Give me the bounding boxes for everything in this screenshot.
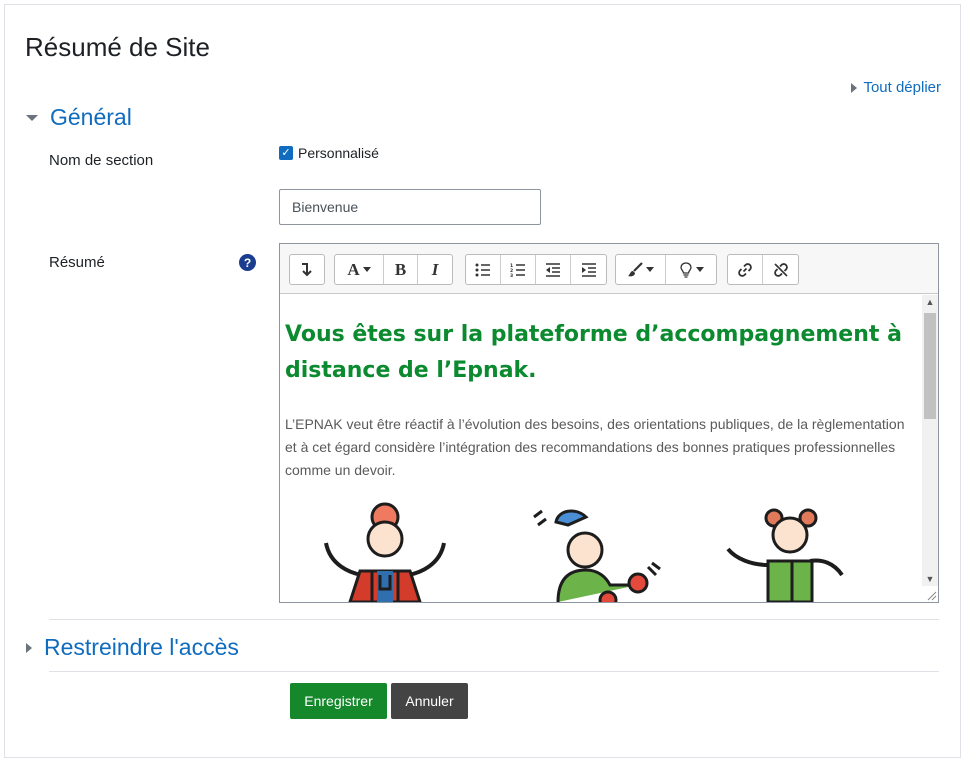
scroll-up-icon[interactable]: ▲ [922, 295, 938, 309]
font-style-glyph: A [347, 259, 360, 279]
summary-label: Résumé [49, 254, 105, 271]
checkbox-checked-icon[interactable]: ✓ [279, 146, 293, 160]
toolbar-group-links [727, 254, 799, 285]
cancel-button[interactable]: Annuler [391, 683, 468, 719]
italic-glyph: I [431, 259, 439, 279]
section-restrict-toggle[interactable]: Restreindre l'accès [26, 634, 239, 661]
content-paragraph: L’EPNAK veut être réactif à l’évolution … [285, 416, 905, 478]
section-general-label: Général [50, 104, 132, 130]
toolbar-group-collapse [289, 254, 325, 285]
chevron-right-icon [26, 642, 32, 653]
custom-checkbox[interactable]: ✓ Personnalisé [279, 145, 379, 161]
character-illustration-1 [324, 502, 446, 602]
numbered-list-icon[interactable]: 123 [501, 255, 536, 284]
scroll-down-icon[interactable]: ▼ [922, 572, 938, 586]
section-general-toggle[interactable]: Général [26, 104, 132, 131]
caret-down-icon [362, 267, 371, 272]
chevron-right-icon [851, 82, 858, 93]
section-divider [49, 671, 939, 672]
question-circle-icon[interactable]: ? [239, 254, 256, 271]
svg-text:3: 3 [510, 273, 513, 277]
bold-glyph: B [394, 259, 407, 279]
toolbar-group-lists: 123 [465, 254, 607, 285]
section-name-label: Nom de section [49, 152, 154, 169]
section-divider [49, 619, 939, 620]
chevron-down-icon [26, 114, 38, 121]
section-restrict-label: Restreindre l'accès [44, 634, 239, 660]
lightbulb-icon[interactable] [666, 255, 716, 284]
link-icon[interactable] [728, 255, 763, 284]
caret-down-icon [646, 267, 654, 272]
section-name-input[interactable] [279, 189, 541, 225]
collapse-arrow-icon[interactable] [290, 255, 324, 284]
content-heading: Vous êtes sur la plateforme d’accompagne… [285, 322, 902, 383]
save-button[interactable]: Enregistrer [290, 683, 387, 719]
custom-checkbox-label: Personnalisé [298, 145, 379, 161]
scroll-thumb[interactable] [924, 313, 936, 419]
italic-icon[interactable]: I [418, 255, 452, 284]
outdent-icon[interactable] [536, 255, 571, 284]
editor-scrollbar[interactable]: ▲ ▼ [922, 295, 938, 586]
paint-brush-icon[interactable] [616, 255, 666, 284]
bullet-list-icon[interactable] [466, 255, 501, 284]
character-illustration-2 [533, 509, 661, 602]
character-illustration-3 [726, 508, 844, 602]
expand-all-label: Tout déplier [863, 79, 941, 96]
toolbar-group-text: A B I [334, 254, 453, 285]
toolbar-group-media [615, 254, 717, 285]
expand-all-link[interactable]: Tout déplier [851, 79, 941, 96]
caret-down-icon [695, 267, 704, 272]
font-style-icon[interactable]: A [335, 255, 384, 284]
unlink-icon[interactable] [763, 255, 798, 284]
page-title: Résumé de Site [25, 32, 210, 62]
indent-icon[interactable] [571, 255, 606, 284]
resize-grip-icon[interactable] [925, 589, 937, 601]
bold-icon[interactable]: B [384, 255, 418, 284]
editor-toolbar: A B I 123 [280, 244, 938, 294]
